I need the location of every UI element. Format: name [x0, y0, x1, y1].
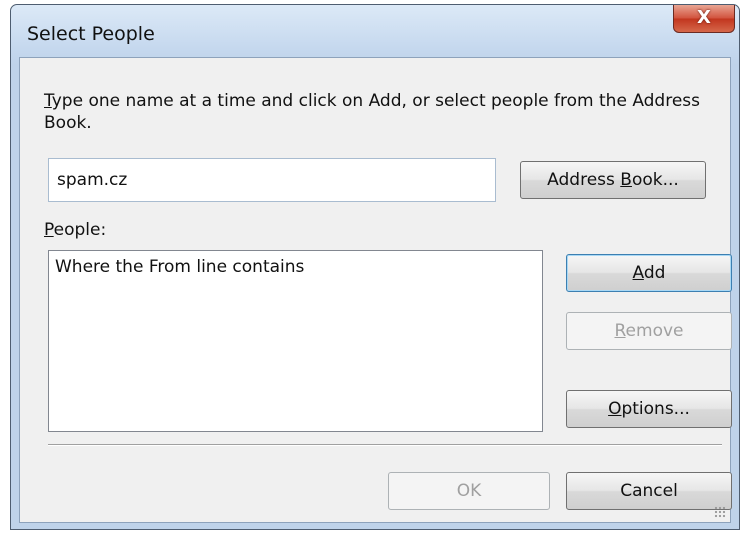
- instructions-rest: ype one name at a time and click on Add,…: [44, 91, 701, 133]
- remove-mnemonic: R: [614, 321, 626, 341]
- address-book-before: Address: [547, 170, 621, 190]
- options-button[interactable]: Options...: [566, 390, 732, 428]
- separator: [48, 444, 722, 446]
- remove-after: emove: [625, 321, 684, 341]
- address-book-after: ook...: [631, 170, 679, 190]
- cancel-button[interactable]: Cancel: [566, 472, 732, 510]
- people-label-mnemonic: P: [44, 220, 54, 240]
- select-people-dialog: Select People X Type one name at a time …: [10, 4, 740, 530]
- add-button[interactable]: Add: [566, 254, 732, 292]
- address-book-mnemonic: B: [620, 170, 632, 190]
- people-label: People:: [44, 220, 106, 240]
- people-list[interactable]: Where the From line contains: [48, 250, 543, 432]
- options-mnemonic: O: [608, 399, 622, 419]
- options-after: ptions...: [621, 399, 690, 419]
- dialog-title: Select People: [27, 23, 155, 45]
- close-icon: X: [697, 7, 711, 28]
- resize-grip-icon[interactable]: [714, 506, 726, 518]
- name-input[interactable]: [48, 158, 496, 202]
- instructions-mnemonic: T: [44, 91, 52, 111]
- people-list-item[interactable]: Where the From line contains: [55, 257, 304, 277]
- remove-button: Remove: [566, 312, 732, 350]
- add-after: dd: [643, 263, 666, 283]
- add-mnemonic: A: [632, 263, 644, 283]
- people-label-rest: eople:: [53, 220, 107, 240]
- ok-button: OK: [388, 472, 550, 510]
- close-button[interactable]: X: [673, 5, 735, 33]
- instructions-text: Type one name at a time and click on Add…: [44, 90, 704, 134]
- address-book-button[interactable]: Address Book...: [520, 161, 706, 199]
- dialog-body: Type one name at a time and click on Add…: [19, 57, 732, 523]
